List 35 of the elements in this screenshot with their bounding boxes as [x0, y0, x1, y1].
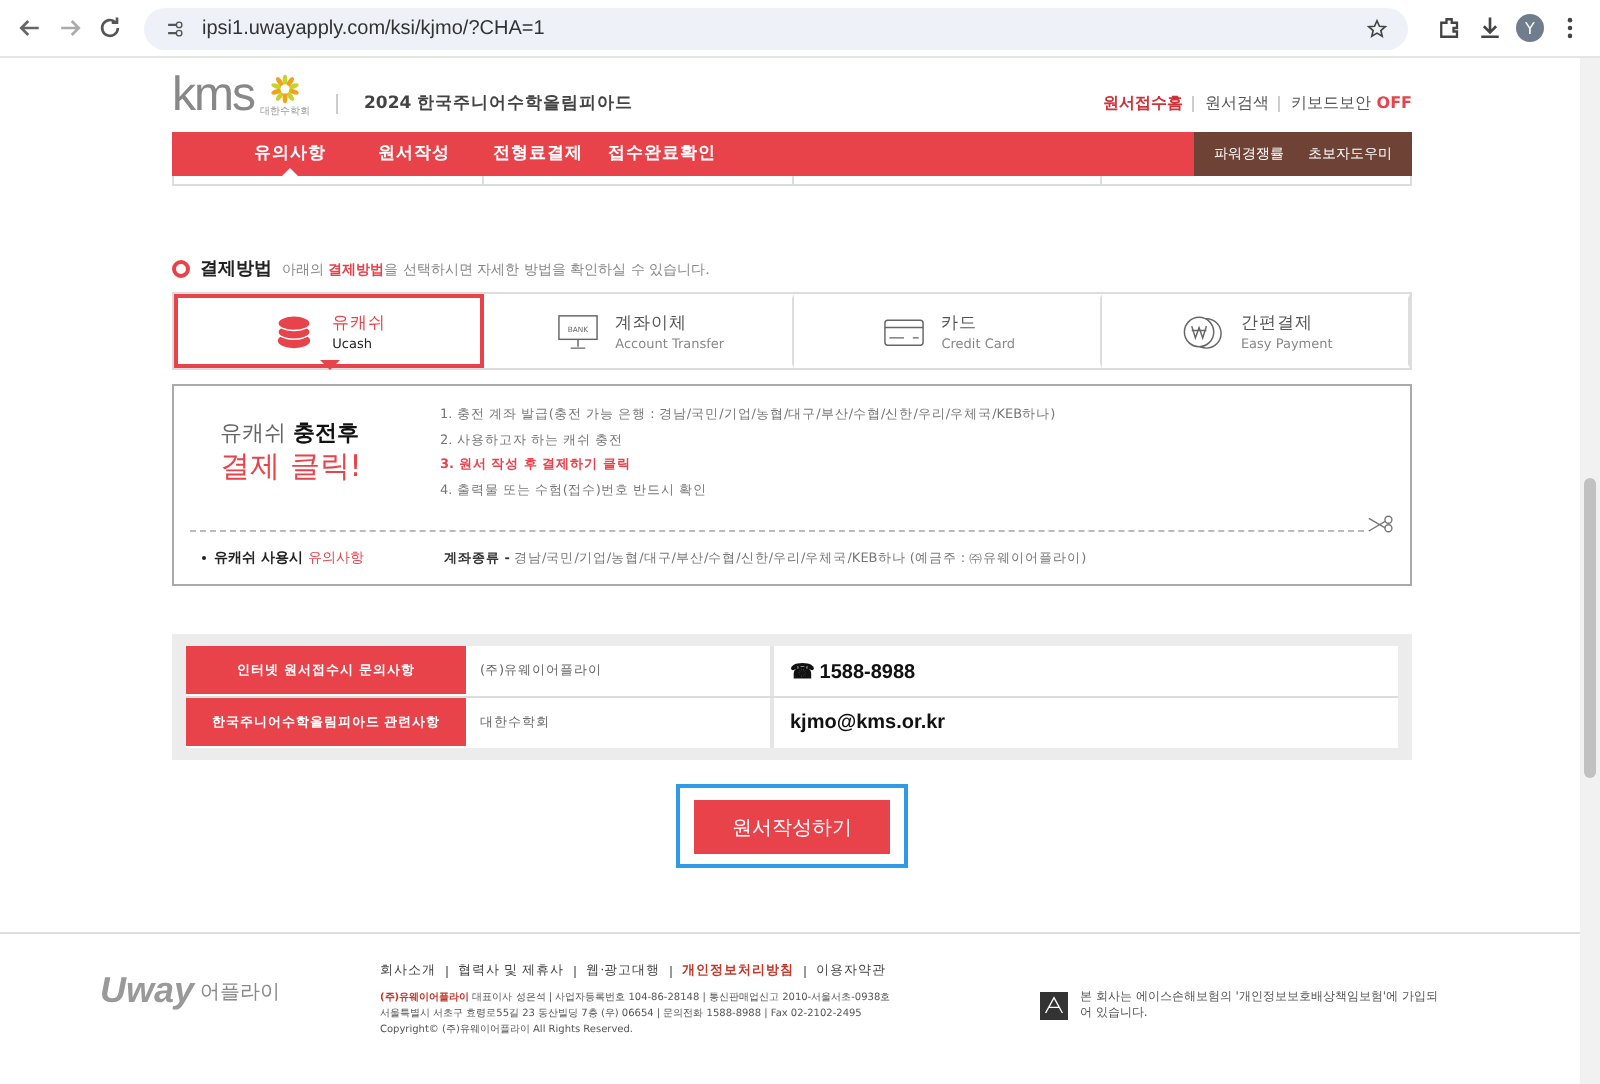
address-bar[interactable]: ipsi1.uwayapply.com/ksi/kjmo/?CHA=1	[144, 7, 1408, 49]
bullet-icon	[172, 260, 190, 278]
footer-logo-subtitle: 어플라이	[200, 979, 281, 1005]
nav-tab[interactable]: 접수완료확인	[600, 132, 724, 176]
keyboard-security-state[interactable]: OFF	[1376, 94, 1412, 112]
section-title: 결제방법	[200, 258, 272, 282]
certification-logo-icon	[1040, 992, 1068, 1020]
site-logo[interactable]: kms	[172, 71, 254, 119]
back-icon[interactable]	[16, 14, 44, 42]
method-label: 유캐쉬	[332, 311, 387, 335]
nav-tab[interactable]: 전형료결제	[476, 132, 600, 176]
coin-stack-icon	[272, 309, 317, 353]
reload-icon[interactable]	[96, 14, 124, 42]
nav-tab[interactable]: 원서작성	[352, 132, 476, 176]
write-application-button[interactable]: 원서작성하기	[694, 800, 890, 854]
header-link[interactable]: 원서검색	[1204, 92, 1269, 114]
site-info-icon[interactable]	[164, 17, 186, 39]
promo-line: 유캐쉬 충전후	[220, 418, 361, 448]
method-label: 계좌이체	[615, 311, 690, 335]
scrollbar-thumb[interactable]	[1584, 478, 1596, 778]
flower-logo-icon	[270, 73, 300, 103]
nav-tab[interactable]: 유의사항	[228, 132, 352, 176]
header-link[interactable]: 키보드보안	[1290, 92, 1371, 114]
method-label: 간편결제	[1240, 311, 1315, 335]
method-label: 카드	[941, 311, 980, 335]
header-link[interactable]: 원서접수홈	[1102, 92, 1183, 114]
page-title: 2024 한국주니어수학올림피아드	[364, 91, 634, 115]
download-icon[interactable]	[1476, 14, 1504, 42]
promo-headline: 결제 클릭!	[220, 448, 364, 486]
table-cell-text: kjmo@kms.or.kr	[788, 710, 948, 738]
star-icon[interactable]	[1366, 17, 1388, 39]
scissors-icon	[1366, 514, 1394, 534]
extensions-icon[interactable]	[1436, 14, 1464, 42]
profile-avatar[interactable]: Y	[1516, 14, 1544, 42]
table-cell-text: ☎ 1588-8988	[788, 659, 918, 687]
